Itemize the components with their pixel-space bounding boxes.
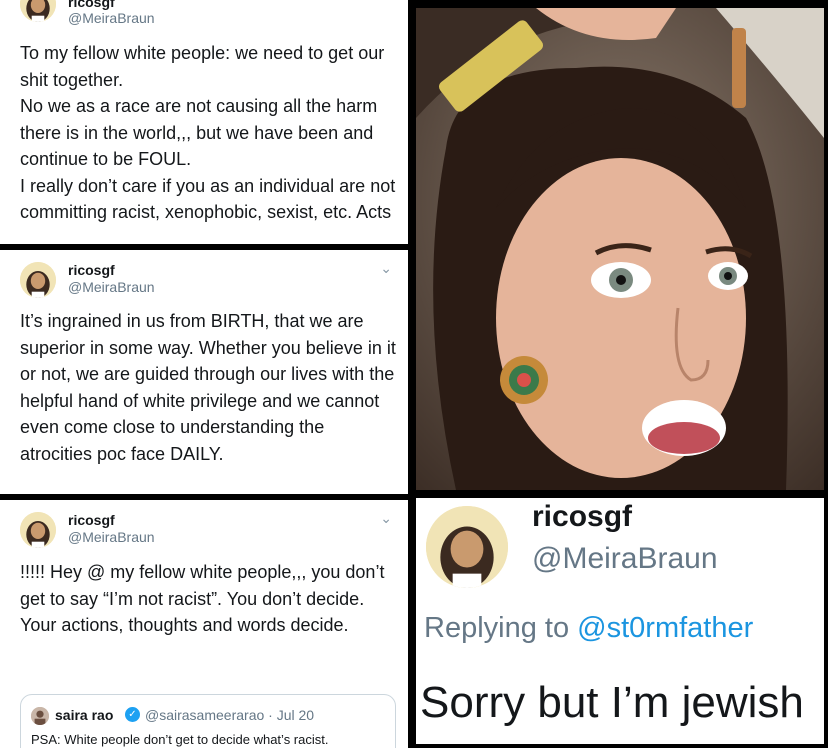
avatar[interactable]: [20, 0, 56, 22]
quoted-tweet[interactable]: saira rao ✓ @sairasameerarao · Jul 20 PS…: [20, 694, 396, 748]
reply-panel: ricosgf @MeiraBraun Replying to @st0rmfa…: [416, 498, 824, 744]
tweet-text: It’s ingrained in us from BIRTH, that we…: [20, 311, 396, 464]
tweet-text: To my fellow white people: we need to ge…: [20, 43, 396, 222]
user-handle[interactable]: @MeiraBraun: [68, 10, 155, 26]
tweet-text: Sorry but I’m jewish: [420, 678, 804, 727]
replying-prefix: Replying to: [424, 612, 570, 644]
chevron-down-icon[interactable]: ⌄: [380, 260, 392, 277]
user-handle[interactable]: @MeiraBraun: [68, 529, 155, 545]
chevron-down-icon[interactable]: ⌄: [380, 510, 392, 527]
tweet-text: !!!!! Hey @ my fellow white people,,, yo…: [20, 562, 385, 635]
display-name[interactable]: ricosgf: [68, 512, 115, 528]
tweet-panel-2: ricosgf @MeiraBraun ⌄ It’s ingrained in …: [0, 250, 408, 494]
user-handle[interactable]: @MeiraBraun: [532, 542, 718, 576]
avatar[interactable]: [20, 512, 56, 548]
tweet-panel-3: ricosgf @MeiraBraun ⌄ !!!!! Hey @ my fel…: [0, 500, 408, 748]
mention-link[interactable]: @st0rmfather: [577, 612, 753, 644]
display-name[interactable]: ricosgf: [68, 262, 115, 278]
photo: [416, 8, 824, 490]
quoted-handle-date[interactable]: @sairasameerarao · Jul 20: [145, 707, 314, 723]
avatar[interactable]: [426, 506, 508, 588]
user-handle[interactable]: @MeiraBraun: [68, 279, 155, 295]
avatar[interactable]: [20, 262, 56, 298]
display-name[interactable]: ricosgf: [532, 500, 632, 534]
quoted-display-name[interactable]: saira rao: [55, 707, 113, 723]
verified-badge-icon: ✓: [125, 707, 140, 722]
quoted-text: PSA: White people don’t get to decide wh…: [31, 732, 329, 747]
tweet-panel-1: ricosgf @MeiraBraun To my fellow white p…: [0, 0, 408, 244]
replying-to-line: Replying to @st0rmfather: [424, 612, 753, 645]
display-name[interactable]: ricosgf: [68, 0, 115, 10]
quoted-avatar[interactable]: [31, 707, 49, 725]
